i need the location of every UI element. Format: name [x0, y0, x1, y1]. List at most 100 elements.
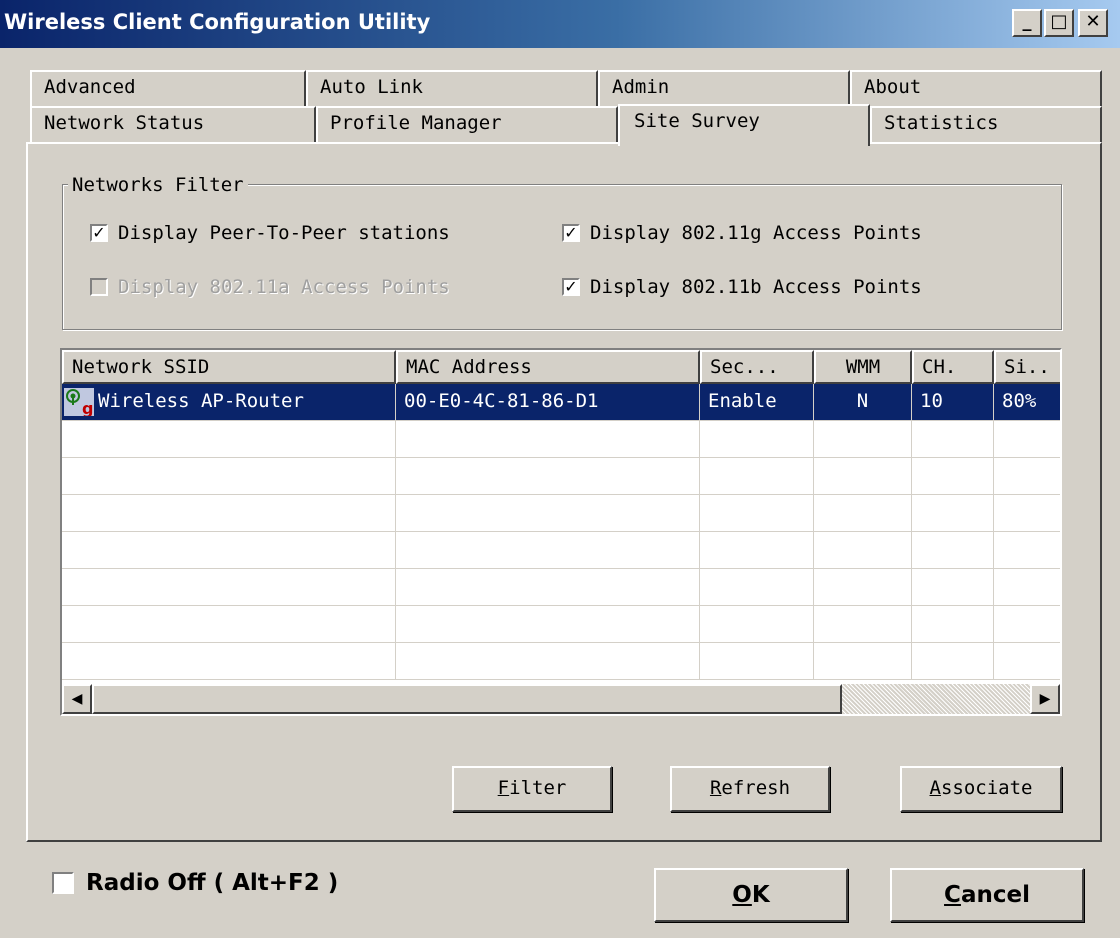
checkbox-label: Display 802.11g Access Points: [590, 222, 922, 244]
empty-cell: [700, 606, 814, 642]
scrollbar-thumb[interactable]: [92, 684, 842, 714]
button-label: K: [751, 882, 770, 908]
empty-cell: [62, 569, 396, 605]
empty-cell: [912, 532, 994, 568]
maximize-button[interactable]: □: [1044, 9, 1074, 37]
filter-peer-to-peer[interactable]: ✓ Display Peer-To-Peer stations: [90, 222, 450, 244]
empty-cell: [62, 643, 396, 679]
site-survey-panel: Networks Filter ✓ Display Peer-To-Peer s…: [26, 142, 1102, 842]
mnemonic: C: [944, 882, 961, 908]
cell-channel: 10: [912, 384, 994, 420]
empty-cell: [994, 569, 1060, 605]
button-label: ssociate: [940, 777, 1033, 799]
empty-cell: [700, 458, 814, 494]
empty-cell: [994, 643, 1060, 679]
scroll-right-button[interactable]: ▶: [1030, 684, 1060, 714]
close-button[interactable]: ✕: [1078, 9, 1108, 37]
column-header-security[interactable]: Sec...: [700, 350, 814, 384]
empty-cell: [814, 495, 912, 531]
site-survey-list[interactable]: Network SSID MAC Address Sec... WMM CH. …: [60, 348, 1062, 716]
radio-off-toggle[interactable]: Radio Off ( Alt+F2 ): [52, 870, 338, 896]
empty-cell: [912, 421, 994, 457]
empty-cell: [912, 569, 994, 605]
checkbox-unchecked-icon: [90, 278, 108, 296]
tab-label: Advanced: [44, 76, 136, 98]
main-window: Wireless Client Configuration Utility _ …: [0, 0, 1120, 938]
empty-cell: [994, 421, 1060, 457]
empty-cell: [700, 421, 814, 457]
button-label: ancel: [960, 882, 1030, 908]
column-header-wmm[interactable]: WMM: [814, 350, 912, 384]
tab-label: Profile Manager: [330, 112, 502, 134]
column-header-ssid[interactable]: Network SSID: [62, 350, 396, 384]
minimize-button[interactable]: _: [1012, 9, 1042, 37]
empty-cell: [396, 569, 700, 605]
empty-cell: [814, 458, 912, 494]
empty-cell: [700, 569, 814, 605]
empty-cell: [396, 495, 700, 531]
tab-auto-link[interactable]: Auto Link: [306, 70, 598, 108]
table-row[interactable]: [62, 421, 1060, 458]
networks-filter-group: [62, 184, 1062, 330]
empty-cell: [396, 458, 700, 494]
refresh-button[interactable]: Refresh: [670, 766, 830, 812]
close-icon: ✕: [1085, 11, 1101, 32]
table-row[interactable]: [62, 606, 1060, 643]
list-header: Network SSID MAC Address Sec... WMM CH. …: [62, 350, 1060, 384]
checkbox-checked-icon[interactable]: ✓: [562, 278, 580, 296]
ok-button[interactable]: OK: [654, 868, 848, 922]
horizontal-scrollbar[interactable]: ◀ ▶: [62, 684, 1060, 714]
filter-button[interactable]: Filter: [452, 766, 612, 812]
empty-cell: [700, 532, 814, 568]
empty-cell: [700, 495, 814, 531]
empty-cell: [994, 458, 1060, 494]
title-bar[interactable]: Wireless Client Configuration Utility _ …: [0, 0, 1120, 48]
mnemonic: A: [929, 777, 941, 799]
mnemonic: O: [732, 882, 752, 908]
table-row[interactable]: [62, 569, 1060, 606]
tab-advanced[interactable]: Advanced: [30, 70, 306, 108]
associate-button[interactable]: Associate: [900, 766, 1062, 812]
ap-badge: g: [82, 399, 93, 416]
table-row[interactable]: [62, 495, 1060, 532]
tab-label: About: [864, 76, 922, 98]
tab-profile-manager[interactable]: Profile Manager: [316, 106, 618, 144]
tab-label: Auto Link: [320, 76, 423, 98]
tab-label: Site Survey: [634, 110, 760, 132]
column-header-channel[interactable]: CH.: [912, 350, 994, 384]
filter-80211b[interactable]: ✓ Display 802.11b Access Points: [562, 276, 922, 298]
checkbox-label: Display Peer-To-Peer stations: [118, 222, 450, 244]
cancel-button[interactable]: Cancel: [890, 868, 1084, 922]
empty-cell: [912, 495, 994, 531]
tab-about[interactable]: About: [850, 70, 1102, 108]
empty-cell: [912, 606, 994, 642]
column-header-signal[interactable]: Si..: [994, 350, 1060, 384]
table-row[interactable]: [62, 532, 1060, 569]
table-row[interactable]: [62, 458, 1060, 495]
tab-statistics[interactable]: Statistics: [870, 106, 1102, 144]
scroll-left-button[interactable]: ◀: [62, 684, 92, 714]
scroll-right-icon: ▶: [1039, 691, 1051, 707]
filter-80211g[interactable]: ✓ Display 802.11g Access Points: [562, 222, 922, 244]
checkbox-unchecked-icon[interactable]: [52, 872, 74, 894]
table-row[interactable]: [62, 643, 1060, 680]
empty-cell: [814, 421, 912, 457]
empty-cell: [62, 421, 396, 457]
minimize-icon: _: [1022, 11, 1032, 32]
networks-filter-legend: Networks Filter: [68, 174, 248, 196]
radio-off-label: Radio Off ( Alt+F2 ): [86, 870, 339, 896]
checkbox-checked-icon[interactable]: ✓: [562, 224, 580, 242]
tab-network-status[interactable]: Network Status: [30, 106, 316, 144]
tab-site-survey[interactable]: Site Survey: [618, 104, 870, 146]
empty-cell: [62, 532, 396, 568]
tab-label: Statistics: [884, 112, 999, 134]
table-row[interactable]: g Wireless AP-Router 00-E0-4C-81-86-D1 E…: [62, 384, 1060, 421]
checkbox-checked-icon[interactable]: ✓: [90, 224, 108, 242]
empty-cell: [62, 495, 396, 531]
scroll-left-icon: ◀: [71, 691, 83, 707]
empty-cell: [994, 606, 1060, 642]
column-header-mac[interactable]: MAC Address: [396, 350, 700, 384]
tab-admin[interactable]: Admin: [598, 70, 850, 108]
tab-label: Network Status: [44, 112, 205, 134]
empty-cell: [396, 643, 700, 679]
